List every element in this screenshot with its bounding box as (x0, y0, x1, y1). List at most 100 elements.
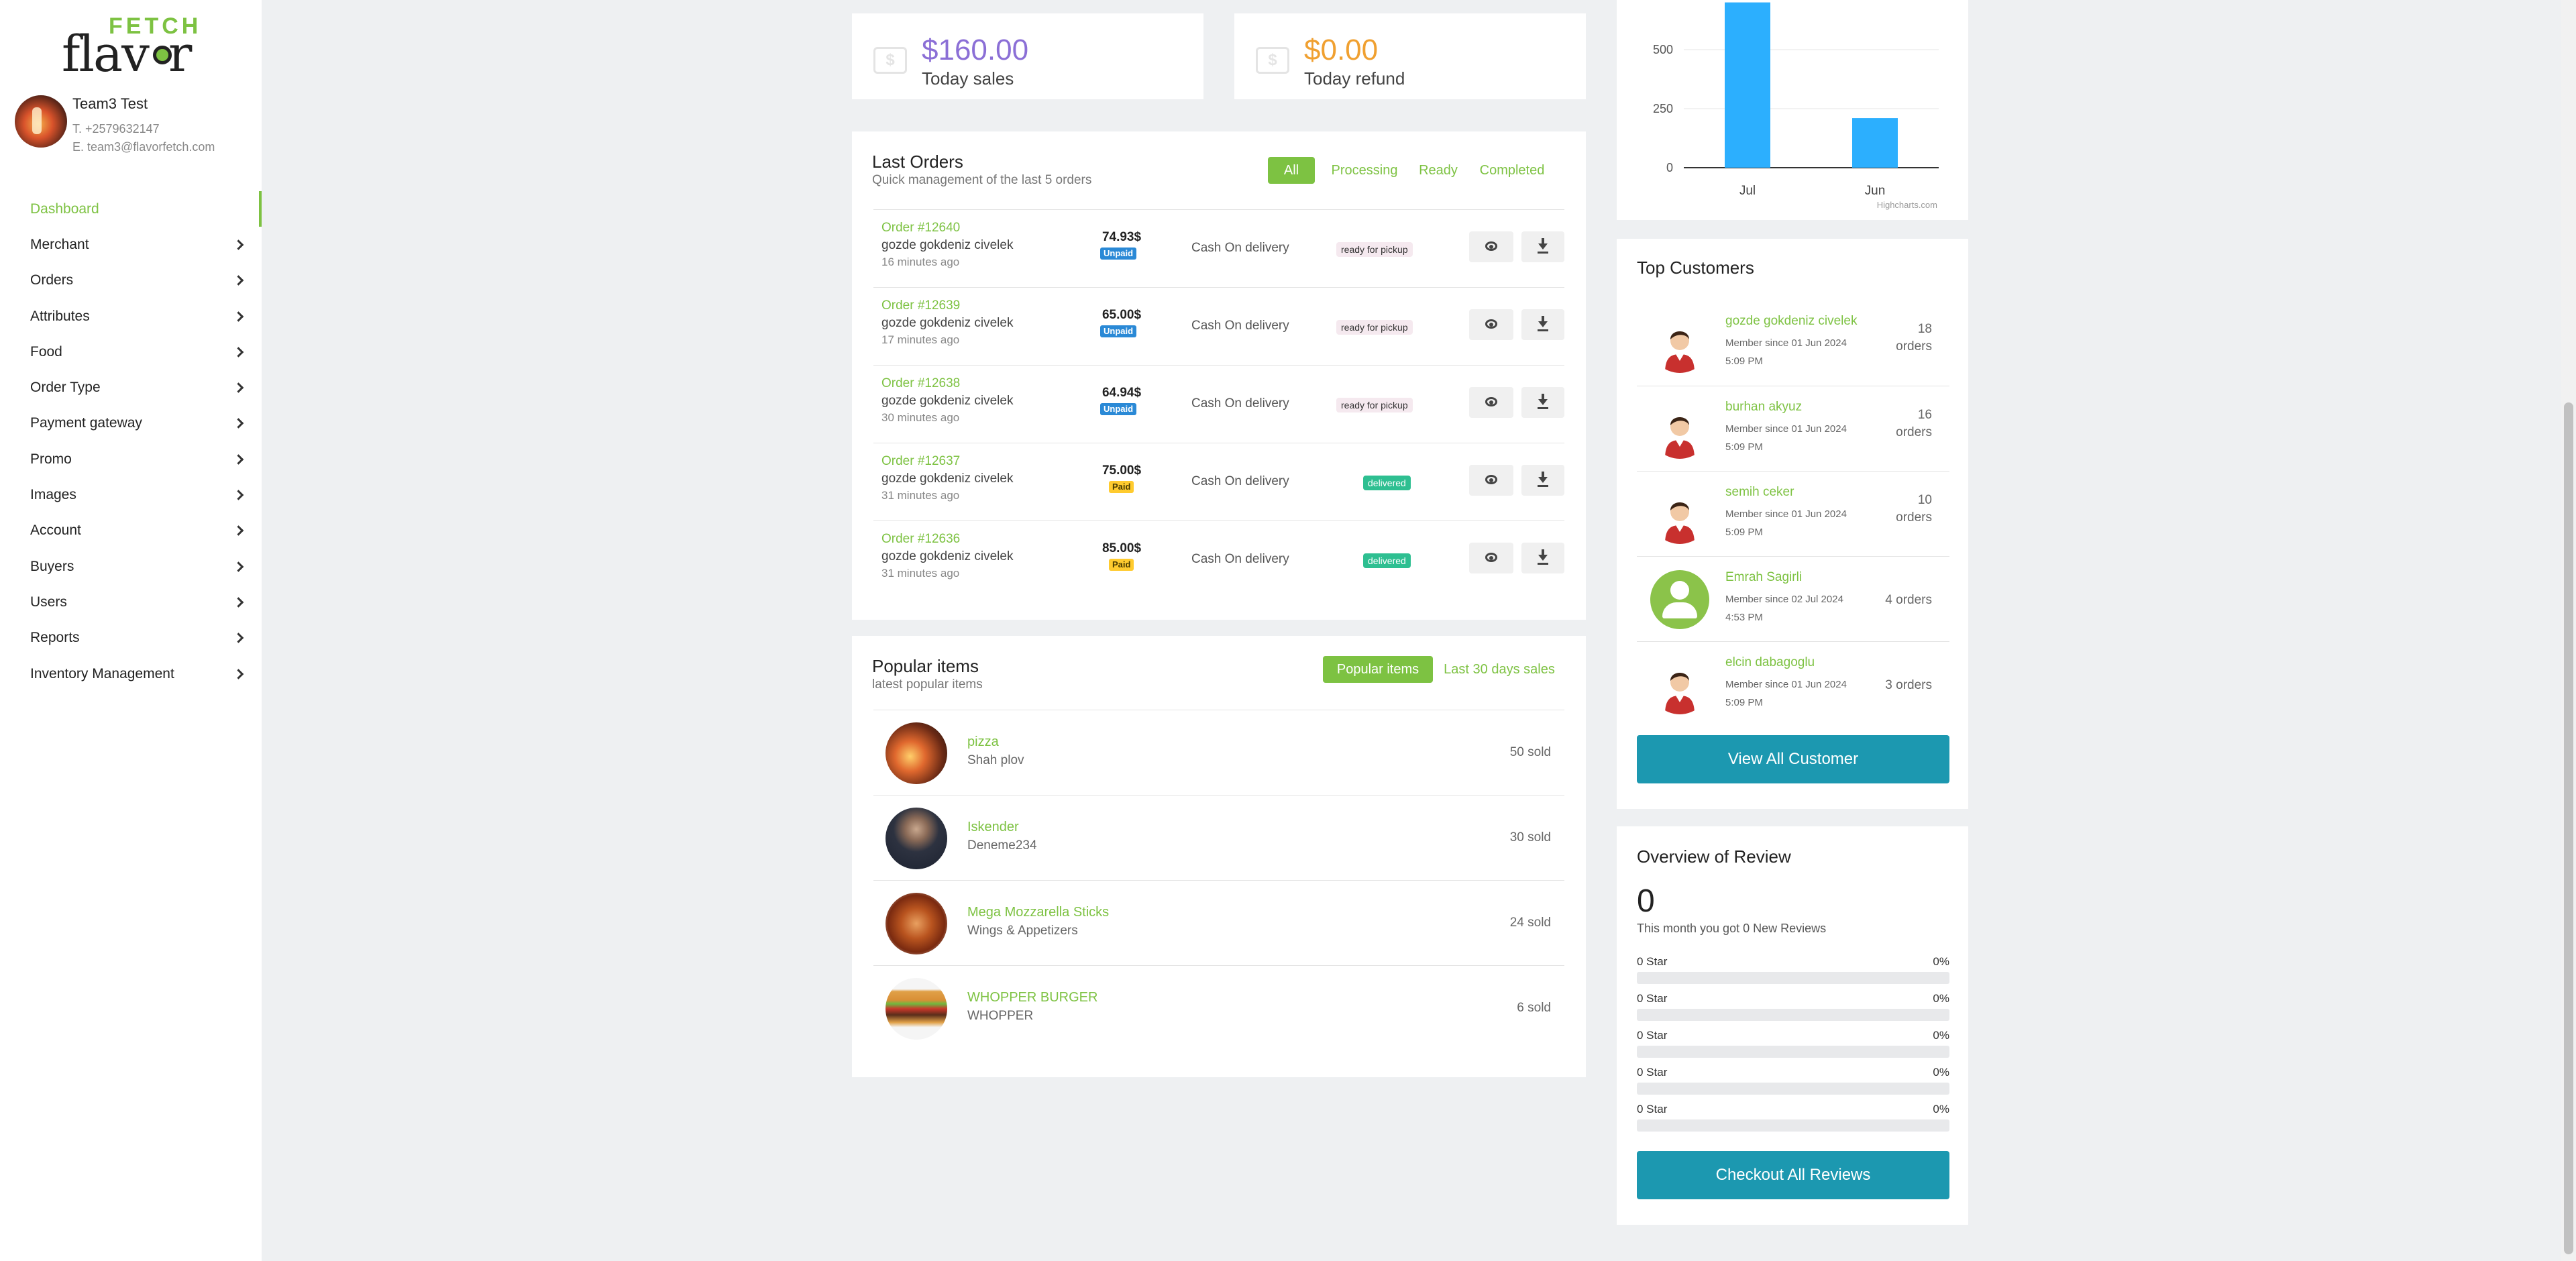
eye-icon (1485, 397, 1497, 406)
list-item[interactable]: burhan akyuz Member since 01 Jun 2024 5:… (1637, 386, 1949, 471)
avatar[interactable] (15, 95, 67, 148)
order-id-link[interactable]: Order #12637 (881, 454, 960, 469)
list-item[interactable]: Emrah Sagirli Member since 02 Jul 2024 4… (1637, 556, 1949, 641)
bar-jul (1725, 2, 1770, 168)
list-item[interactable]: Iskender Deneme234 30 sold (873, 795, 1564, 880)
filter-processing[interactable]: Processing (1324, 157, 1405, 184)
today-sales-value: $160.00 (922, 34, 1029, 66)
item-sold: 6 sold (1517, 1001, 1551, 1015)
download-order-button[interactable] (1521, 465, 1564, 496)
payment-method: Cash On delivery (1191, 396, 1289, 410)
download-order-button[interactable] (1521, 309, 1564, 340)
payment-badge: Paid (1109, 481, 1134, 493)
item-sold: 50 sold (1509, 745, 1551, 759)
sidebar-item-food[interactable]: Food (0, 334, 262, 370)
checkout-all-reviews-button[interactable]: Checkout All Reviews (1637, 1151, 1949, 1199)
download-order-button[interactable] (1521, 387, 1564, 418)
sidebar-item-buyers[interactable]: Buyers (0, 549, 262, 584)
today-refund-card: $ $0.00 Today refund (1234, 13, 1586, 99)
order-price: 64.94$ (1102, 386, 1142, 400)
sidebar-item-merchant[interactable]: Merchant (0, 227, 262, 262)
filter-ready[interactable]: Ready (1411, 157, 1465, 184)
order-id-link[interactable]: Order #12639 (881, 298, 960, 313)
profile-name: Team3 Test (72, 95, 148, 112)
payment-method: Cash On delivery (1191, 552, 1289, 566)
sidebar-item-order-type[interactable]: Order Type (0, 370, 262, 405)
view-order-button[interactable] (1469, 309, 1513, 340)
download-order-button[interactable] (1521, 543, 1564, 573)
filter-completed[interactable]: Completed (1472, 157, 1552, 184)
order-id-link[interactable]: Order #12640 (881, 221, 960, 235)
star-progress-bar (1637, 1046, 1949, 1058)
sales-bar-chart: 0 250 500 Jul Jun Highcharts.com (1653, 2, 1939, 210)
star-percent: 0% (1933, 992, 1949, 1005)
sidebar-item-label: Order Type (30, 380, 101, 396)
portrait-photo (885, 808, 947, 869)
download-order-button[interactable] (1521, 231, 1564, 262)
view-order-button[interactable] (1469, 231, 1513, 262)
list-item[interactable]: pizza Shah plov 50 sold (873, 710, 1564, 795)
sidebar-item-attributes[interactable]: Attributes (0, 298, 262, 334)
review-overview-card: Overview of Review 0 This month you got … (1617, 826, 1968, 1225)
download-icon (1536, 394, 1550, 410)
scrollbar-thumb[interactable] (2564, 402, 2573, 1254)
download-icon (1536, 549, 1550, 565)
order-id-link[interactable]: Order #12636 (881, 532, 960, 547)
customer-name: semih ceker (1725, 485, 1794, 499)
sidebar-item-label: Promo (30, 451, 72, 467)
list-item[interactable]: elcin dabagoglu Member since 01 Jun 2024… (1637, 641, 1949, 726)
today-sales-card: $ $160.00 Today sales (852, 13, 1203, 99)
customer-name: burhan akyuz (1725, 400, 1803, 414)
chevron-right-icon (233, 275, 244, 286)
order-customer: gozde gokdeniz civelek (881, 394, 1014, 408)
sidebar-item-payment-gateway[interactable]: Payment gateway (0, 406, 262, 441)
page-scrollbar[interactable] (2561, 0, 2576, 1261)
view-all-customer-button[interactable]: View All Customer (1637, 735, 1949, 783)
list-item[interactable]: Mega Mozzarella Sticks Wings & Appetizer… (873, 880, 1564, 965)
brand-logo[interactable]: FETCH flav r (62, 13, 203, 79)
eye-icon (1485, 241, 1497, 251)
sidebar-item-images[interactable]: Images (0, 477, 262, 512)
view-order-button[interactable] (1469, 387, 1513, 418)
table-row: Order #12636 gozde gokdeniz civelek 31 m… (873, 520, 1564, 598)
view-order-button[interactable] (1469, 543, 1513, 573)
sidebar-item-account[interactable]: Account (0, 513, 262, 549)
x-tick-label: Jun (1865, 184, 1886, 198)
sidebar-item-reports[interactable]: Reports (0, 620, 262, 656)
sidebar-item-dashboard[interactable]: Dashboard (0, 191, 262, 227)
customer-since: Member since 01 Jun 2024 5:09 PM (1725, 508, 1847, 538)
review-star-row: 0 Star 0% (1637, 1029, 1949, 1066)
star-label: 0 Star (1637, 1029, 1668, 1042)
payment-method: Cash On delivery (1191, 241, 1289, 255)
star-progress-bar (1637, 1009, 1949, 1021)
list-item[interactable]: semih ceker Member since 01 Jun 2024 5:0… (1637, 471, 1949, 556)
star-percent: 0% (1933, 1029, 1949, 1042)
male-avatar (1650, 485, 1709, 544)
filter-all[interactable]: All (1268, 157, 1315, 184)
tab-popular-items[interactable]: Popular items (1323, 656, 1433, 683)
wings-photo (885, 893, 947, 954)
order-price: 74.93$ (1102, 230, 1142, 244)
burger-photo (885, 978, 947, 1040)
sidebar-item-users[interactable]: Users (0, 584, 262, 620)
chevron-right-icon (233, 525, 244, 537)
order-time: 16 minutes ago (881, 256, 960, 268)
sidebar-item-orders[interactable]: Orders (0, 263, 262, 298)
item-category: Wings & Appetizers (967, 924, 1078, 938)
sidebar-item-promo[interactable]: Promo (0, 441, 262, 477)
review-count: 0 (1637, 883, 1655, 919)
star-label: 0 Star (1637, 955, 1668, 968)
sidebar-item-inventory-management[interactable]: Inventory Management (0, 656, 262, 692)
status-badge: delivered (1363, 476, 1411, 490)
list-item[interactable]: WHOPPER BURGER WHOPPER 6 sold (873, 965, 1564, 1050)
order-customer: gozde gokdeniz civelek (881, 472, 1014, 486)
chevron-right-icon (233, 453, 244, 465)
tab-last-30-days-sales[interactable]: Last 30 days sales (1442, 656, 1556, 683)
status-badge: ready for pickup (1336, 320, 1413, 335)
sidebar-item-label: Attributes (30, 308, 90, 324)
order-id-link[interactable]: Order #12638 (881, 376, 960, 391)
view-order-button[interactable] (1469, 465, 1513, 496)
star-label: 0 Star (1637, 1066, 1668, 1079)
chevron-right-icon (233, 597, 244, 608)
list-item[interactable]: gozde gokdeniz civelek Member since 01 J… (1637, 300, 1949, 386)
